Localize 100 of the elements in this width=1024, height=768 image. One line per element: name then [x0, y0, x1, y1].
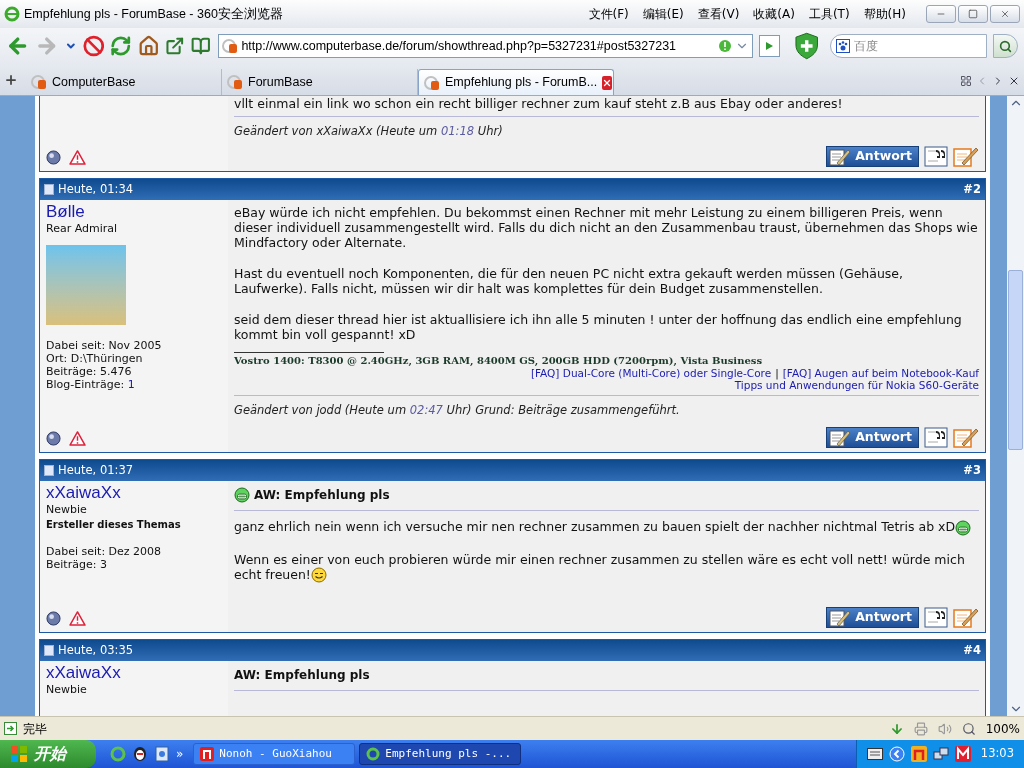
signature-link[interactable]: Tipps und Anwendungen für Nokia S60-Geräte: [734, 379, 979, 391]
user-rank: Newbie: [46, 503, 87, 517]
edit-note: Geändert von xXaiwaXx (Heute um 01:18 Uhr): [234, 123, 504, 140]
page-done-icon: [4, 722, 17, 735]
browser-tab[interactable]: ComputerBase: [26, 69, 222, 95]
browser-quicklaunch-icon[interactable]: [110, 746, 126, 762]
maximize-icon: [968, 9, 978, 19]
close-button[interactable]: [990, 5, 1020, 23]
post-date: Heute, 03:35: [58, 642, 134, 660]
reply-button[interactable]: Antwort: [826, 607, 919, 629]
search-field[interactable]: 百度: [829, 34, 987, 58]
post-number[interactable]: #3: [963, 462, 981, 480]
close-icon[interactable]: [1008, 75, 1020, 87]
smile-smiley-icon: [310, 567, 327, 584]
status-text: 完毕: [23, 720, 47, 738]
document-quicklaunch-icon[interactable]: [154, 746, 170, 762]
close-icon: [1000, 9, 1010, 19]
warning-report-icon[interactable]: [69, 611, 86, 627]
window-title: Empfehlung pls - ForumBase - 360安全浏览器: [24, 5, 283, 23]
browser-icon: [366, 747, 381, 761]
site-logo-icon: [222, 38, 239, 54]
menu-item[interactable]: 查看(V): [697, 5, 740, 23]
url-text: http://www.computerbase.de/forum/showthread.php?p=5327231#post5327231: [241, 37, 677, 55]
menu-item[interactable]: 工具(T): [808, 5, 850, 23]
restore-page-icon[interactable]: [165, 36, 185, 56]
user-info-line: Ort: D:\Thüringen: [46, 352, 143, 365]
zoom-icon[interactable]: [961, 721, 976, 736]
mail-app-icon[interactable]: [954, 746, 971, 762]
edit-icon[interactable]: [953, 146, 979, 167]
maximize-button[interactable]: [958, 5, 988, 23]
taskbar-button[interactable]: Empfehlung pls -...: [359, 743, 522, 765]
favorites-icon[interactable]: [190, 36, 211, 56]
browser-tab[interactable]: Empfehlung pls - ForumB...: [418, 69, 614, 95]
home-icon[interactable]: [137, 35, 160, 57]
signature-specs: Vostro 1400: T8300 @ 2.40GHz, 3GB RAM, 8400M GS, 200GB HDD (7200rpm), Vista Business: [234, 355, 764, 367]
clock: 13:03: [980, 745, 1014, 763]
minimize-button[interactable]: [926, 5, 956, 23]
post-icon: [44, 184, 54, 195]
author-name[interactable]: xXaiwaXx: [46, 663, 121, 684]
post-title: AW: Empfehlung pls: [254, 487, 390, 505]
post-number[interactable]: #4: [963, 642, 981, 660]
network-icon[interactable]: [932, 746, 949, 762]
shield-plus-icon[interactable]: [794, 32, 820, 60]
reply-button[interactable]: Antwort: [826, 427, 919, 449]
quote-icon[interactable]: [924, 427, 948, 449]
warning-report-icon[interactable]: [69, 150, 86, 165]
go-button[interactable]: [758, 35, 781, 57]
user-subtitle: Ersteller dieses Themas: [46, 518, 181, 532]
windows-logo-icon: [10, 745, 28, 763]
post-paragraph: eBay würde ich nicht empfehlen. Du bekommst einen Rechner mit mehr Leistung zu einem billigeren Preis, wenn dieser individuell zusammengestellt wird. Falls du dich nicht an den Zusammenbau traust, übernehmen das Shops wie Mindfactory oder Alternate.: [234, 205, 979, 250]
warning-report-icon[interactable]: [69, 431, 86, 447]
quicklaunch-chevron[interactable]: »: [176, 745, 184, 763]
post-number[interactable]: #2: [963, 180, 981, 199]
document-pencil-icon: [829, 147, 852, 166]
new-tab-icon[interactable]: [4, 73, 18, 87]
download-icon[interactable]: [889, 721, 904, 736]
signature-link[interactable]: [FAQ] Augen auf beim Notebook-Kauf: [782, 367, 979, 379]
site-logo-icon: [424, 74, 440, 91]
address-bar[interactable]: http://www.computerbase.de/forum/showthread.php?p=5327231#post5327231: [218, 34, 753, 58]
post-icon: [44, 465, 54, 477]
user-rank: Rear Admiral: [46, 222, 118, 235]
close-tab-icon[interactable]: [602, 75, 613, 90]
tab-grid-icon[interactable]: [960, 75, 972, 87]
post-paragraph: seid dem dieser thread hier ist aktuallisiere ich ihn alle 5 minuten ! unter der hoffnung das endlich eine empfehlung kommt bin voll gespannt! xD: [234, 312, 963, 342]
post-title: AW: Empfehlung pls: [234, 667, 370, 685]
document-pencil-icon: [829, 428, 852, 447]
taskbar-button[interactable]: Nonoh - GuoXiahou: [193, 743, 356, 765]
menu-item[interactable]: 收藏(A): [753, 5, 795, 23]
user-info-line: Blog-Einträge: 1: [46, 378, 135, 391]
author-name[interactable]: xXaiwaXx: [46, 483, 121, 504]
quote-icon[interactable]: [924, 607, 948, 629]
menu-item[interactable]: 文件(F): [588, 5, 629, 23]
document-pencil-icon: [829, 608, 852, 627]
author-name[interactable]: Bølle: [46, 202, 85, 222]
user-info-line: Dabei seit: Nov 2005: [46, 339, 162, 352]
reply-button[interactable]: Antwort: [826, 146, 919, 167]
menu-item[interactable]: 帮助(H): [863, 5, 906, 23]
app-icon: [200, 747, 215, 761]
paw-icon: [835, 39, 850, 53]
search-icon: [998, 39, 1012, 53]
keyboard-icon[interactable]: [866, 748, 883, 760]
search-button[interactable]: [992, 34, 1018, 58]
scrollbar[interactable]: [1007, 96, 1024, 716]
zoom-level[interactable]: 100%: [985, 719, 1020, 738]
menu-item[interactable]: 编辑(E): [642, 5, 684, 23]
user-info-line: Beiträge: 3: [46, 558, 107, 572]
post-date: Heute, 01:37: [58, 462, 134, 480]
post-date: Heute, 01:34: [58, 180, 134, 198]
user-info-line: Beiträge: 5.476: [46, 365, 132, 378]
site-logo-icon: [31, 74, 47, 90]
refresh-icon[interactable]: [110, 35, 132, 57]
collapse-tray-icon[interactable]: [888, 746, 905, 762]
signature-link[interactable]: [FAQ] Dual-Core (Multi-Core) oder Single-Core: [530, 367, 772, 379]
edit-icon[interactable]: [953, 427, 979, 449]
quote-icon[interactable]: [924, 146, 948, 167]
grin-smiley-icon: [955, 519, 972, 536]
penguin-quicklaunch-icon[interactable]: [132, 746, 148, 762]
stop-icon[interactable]: [82, 35, 105, 57]
tray-app-icon[interactable]: [910, 746, 927, 762]
edit-icon[interactable]: [953, 607, 979, 629]
